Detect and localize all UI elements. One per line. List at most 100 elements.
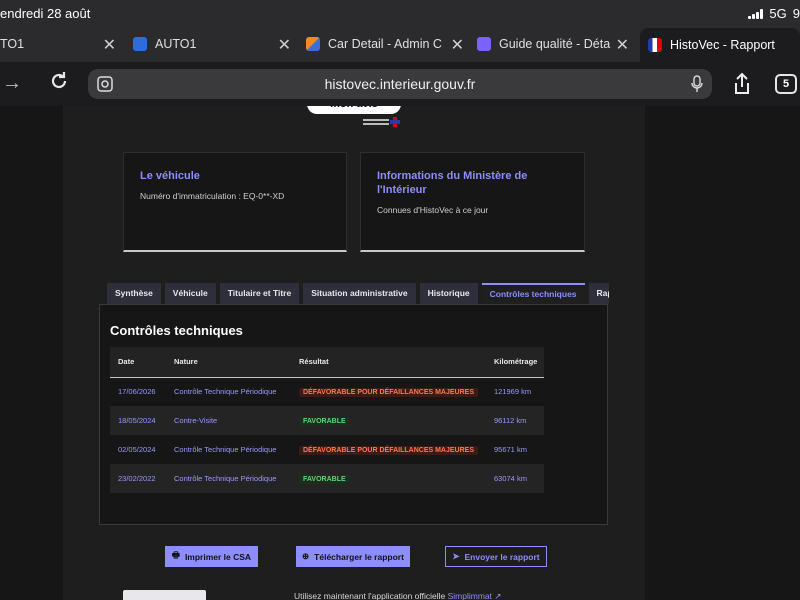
tab-count-button[interactable]: 5 <box>775 74 797 94</box>
controles-panel: Contrôles techniques Date Nature Résulta… <box>99 304 608 525</box>
web-page: mon avis Le véhicule Numéro d'immatricul… <box>0 106 800 600</box>
auto1-favicon-icon <box>133 37 147 51</box>
ministry-card: Informations du Ministère de l'Intérieur … <box>360 152 585 252</box>
vehicle-card-title: Le véhicule <box>140 170 200 182</box>
tab-title: Car Detail - Admin C <box>328 37 442 51</box>
histovec-favicon-icon <box>648 38 662 52</box>
cell-result: DÉFAVORABLE POUR DÉFAILLANCES MAJEURES <box>291 377 486 406</box>
visual-lookup-icon[interactable] <box>97 76 113 92</box>
report-tabs: Synthèse Véhicule Titulaire et Titre Sit… <box>107 283 609 304</box>
page-content: mon avis Le véhicule Numéro d'immatricul… <box>63 106 645 600</box>
vehicle-card: Le véhicule Numéro d'immatriculation : E… <box>123 152 347 252</box>
cell-result: DÉFAVORABLE POUR DÉFAILLANCES MAJEURES <box>291 435 486 464</box>
tab-title: HistoVec - Rapport <box>670 38 775 52</box>
ministry-card-title-line1: Informations du Ministère de <box>377 170 528 182</box>
browser-tab[interactable]: AUTO1 ✕ <box>133 30 295 58</box>
microphone-icon[interactable] <box>690 75 704 93</box>
tab-situation-administrative[interactable]: Situation administrative <box>303 283 416 304</box>
col-nature: Nature <box>166 347 291 378</box>
signal-icon <box>748 8 764 19</box>
cell-km: 121969 km <box>494 387 532 397</box>
cell-nature: Contre-Visite <box>174 416 218 425</box>
table-row: 23/02/2022 Contrôle Technique Périodique F… <box>110 464 544 493</box>
tab-titulaire[interactable]: Titulaire et Titre <box>219 283 300 304</box>
app-thumbnail <box>123 590 206 600</box>
download-report-button[interactable]: ⊕ Télécharger le rapport <box>296 546 410 567</box>
section-title: Contrôles techniques <box>110 323 243 338</box>
status-badge: FAVORABLE <box>299 416 350 426</box>
reload-icon[interactable] <box>48 70 70 98</box>
browser-tab[interactable]: Guide qualité - Déta ✕ <box>477 30 633 58</box>
url-field[interactable]: histovec.interieur.gouv.fr <box>88 69 712 99</box>
url-text: histovec.interieur.gouv.fr <box>324 76 476 92</box>
simplimmat-link[interactable]: Simplimmat <box>448 591 492 600</box>
ministry-card-text: Connues d'HistoVec à ce jour <box>377 205 489 215</box>
cell-km: 63074 km <box>494 474 527 483</box>
send-icon: ➤ <box>452 551 460 561</box>
cell-nature: Contrôle Technique Périodique <box>174 445 277 454</box>
mon-avis-button[interactable]: mon avis <box>307 106 401 114</box>
footnote-text: Utilisez maintenant l'application offici… <box>294 591 446 600</box>
cell-date: 23/02/2022 <box>118 474 156 483</box>
guide-favicon-icon <box>477 37 491 51</box>
table-row: 02/05/2024 Contrôle Technique Périodique D… <box>110 435 544 464</box>
print-label: Imprimer le CSA <box>184 551 252 562</box>
vehicle-card-text: Numéro d'immatriculation : EQ-0**-XD <box>140 191 285 201</box>
controles-table: Date Nature Résultat Kilométrage 17/06/2… <box>110 347 544 493</box>
send-label: Envoyer le rapport <box>464 551 540 562</box>
status-badge: DÉFAVORABLE POUR DÉFAILLANCES MAJEURES <box>299 445 478 455</box>
close-icon[interactable]: ✕ <box>103 35 116 55</box>
status-bar: endredi 28 août 5G 9 <box>0 0 800 26</box>
browser-tab-active[interactable]: HistoVec - Rapport <box>640 28 800 62</box>
cell-result: FAVORABLE <box>291 406 486 435</box>
browser-tab[interactable]: Car Detail - Admin C ✕ <box>306 30 468 58</box>
cell-nature: Contrôle Technique Périodique <box>174 387 277 397</box>
table-row: 17/06/2026 Contrôle Technique Périodique D… <box>110 377 544 406</box>
col-kilometrage: Kilométrage <box>486 347 544 378</box>
cell-km: 95671 km <box>494 445 527 454</box>
browser-tab-bar: TO1 ✕ AUTO1 ✕ Car Detail - Admin C ✕ Gui… <box>0 26 800 62</box>
status-badge: DÉFAVORABLE POUR DÉFAILLANCES MAJEURES <box>299 387 478 397</box>
tab-title: Guide qualité - Déta <box>499 37 611 51</box>
cell-km: 96112 km <box>494 416 527 425</box>
send-report-button[interactable]: ➤ Envoyer le rapport <box>445 546 547 567</box>
share-icon[interactable] <box>732 72 752 96</box>
forward-icon[interactable]: → <box>2 72 22 95</box>
ministry-card-title-line2: l'Intérieur <box>377 184 427 196</box>
cell-result: FAVORABLE <box>291 464 486 493</box>
close-icon[interactable]: ✕ <box>616 35 629 55</box>
services-publics-logo-icon <box>363 117 400 127</box>
table-header-row: Date Nature Résultat Kilométrage <box>110 347 544 378</box>
cell-date: 17/06/2026 <box>118 387 156 397</box>
admin-favicon-icon <box>306 37 320 51</box>
col-resultat: Résultat <box>291 347 486 378</box>
tab-historique[interactable]: Historique <box>419 283 478 304</box>
download-icon: ⊕ <box>302 551 310 561</box>
cell-date: 18/05/2024 <box>118 416 156 425</box>
col-date: Date <box>110 347 166 378</box>
tab-title: TO1 <box>0 37 25 51</box>
tab-title: AUTO1 <box>155 37 197 51</box>
status-time: endredi 28 août <box>0 6 91 21</box>
tab-synthese[interactable]: Synthèse <box>107 283 161 304</box>
tab-rapport[interactable]: Rap <box>588 283 609 304</box>
footnote: Utilisez maintenant l'application offici… <box>294 591 502 600</box>
download-label: Télécharger le rapport <box>314 551 404 562</box>
status-indicators: 5G 9 <box>748 6 800 21</box>
external-link-icon: ↗ <box>494 591 502 600</box>
status-badge: FAVORABLE <box>299 474 350 484</box>
close-icon[interactable]: ✕ <box>278 35 291 55</box>
tab-controles-techniques[interactable]: Contrôles techniques <box>481 283 585 304</box>
ministry-card-title: Informations du Ministère de l'Intérieur <box>377 169 568 197</box>
table-row: 18/05/2024 Contre-Visite FAVORABLE 96112 km <box>110 406 544 435</box>
network-label: 5G <box>769 6 787 21</box>
battery-label: 9 <box>792 6 800 21</box>
close-icon[interactable]: ✕ <box>451 35 464 55</box>
cell-date: 02/05/2024 <box>118 445 156 454</box>
cell-nature: Contrôle Technique Périodique <box>174 474 277 483</box>
browser-tab[interactable]: TO1 ✕ <box>0 30 122 58</box>
address-bar-row: → histovec.interieur.gouv.fr 5 <box>0 62 800 106</box>
tab-vehicule[interactable]: Véhicule <box>164 283 216 304</box>
print-csa-button[interactable]: 🖶 Imprimer le CSA <box>165 546 258 567</box>
printer-icon: 🖶 <box>171 549 180 560</box>
